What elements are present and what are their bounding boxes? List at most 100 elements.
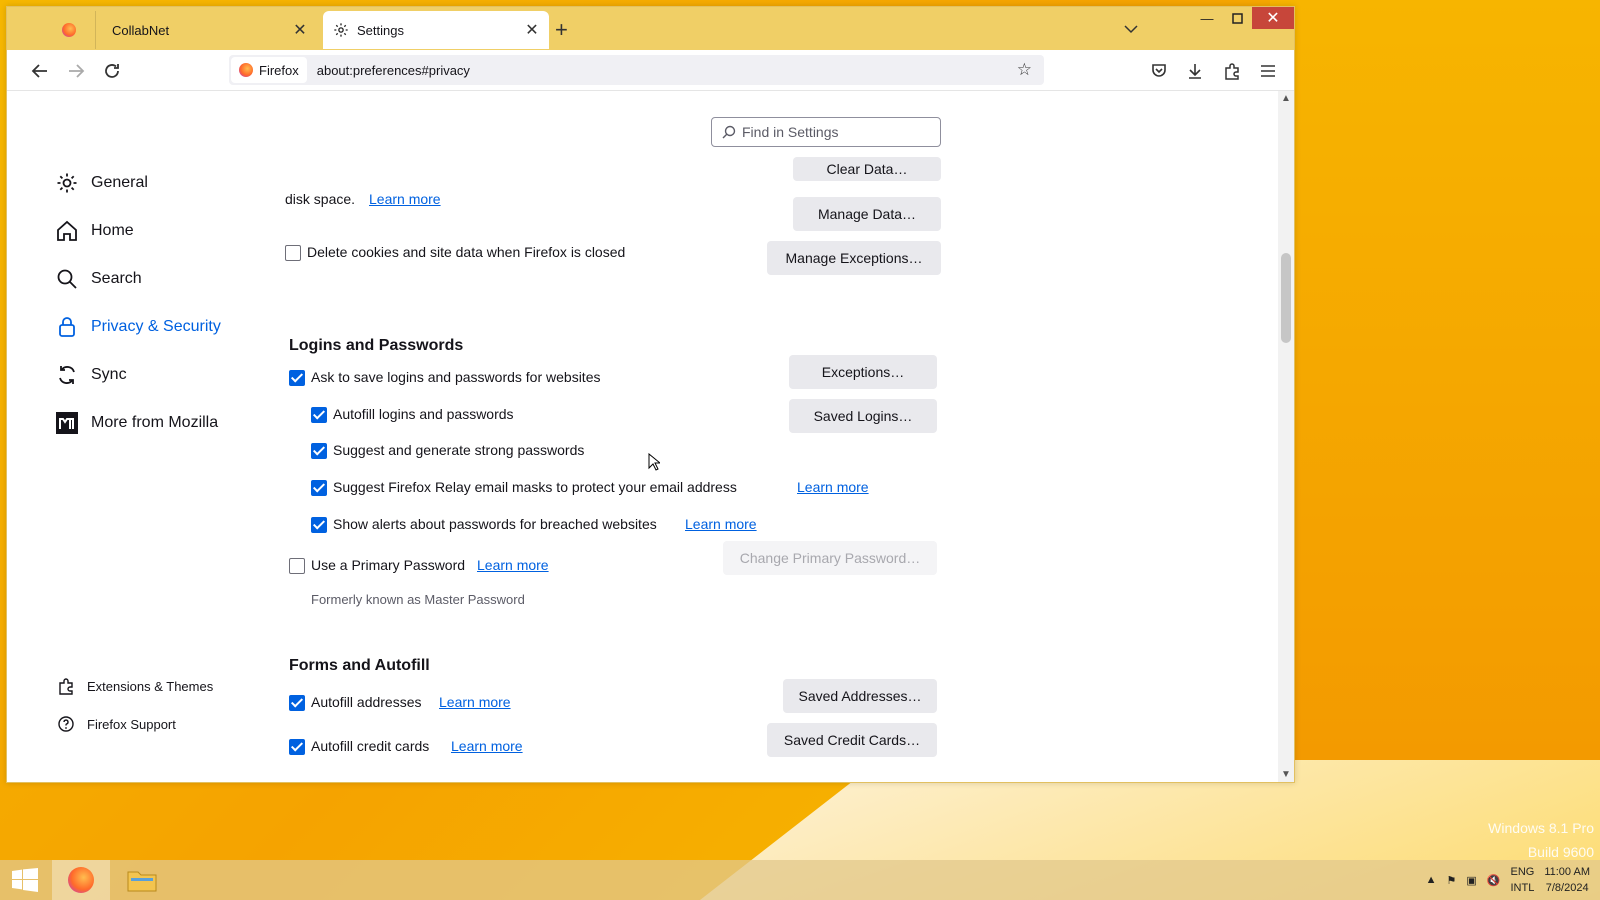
manage-data-button[interactable]: Manage Data… [793, 197, 941, 231]
sidebar-item-label: Sync [91, 366, 127, 383]
breach-alerts-checkbox[interactable] [311, 517, 327, 533]
tab-pinned-firefox[interactable] [47, 11, 91, 49]
sidebar-item-general[interactable]: General [55, 171, 148, 195]
pocket-icon[interactable] [1146, 58, 1172, 84]
wallpaper-band [1270, 0, 1600, 760]
button-label: Change Primary Password… [739, 550, 921, 566]
primary-password-learn-more-link[interactable]: Learn more [477, 557, 549, 573]
tray-expand-icon[interactable]: ▲ [1426, 874, 1437, 886]
firefox-relay-checkbox[interactable] [311, 480, 327, 496]
reload-icon[interactable] [99, 58, 125, 84]
identity-box[interactable]: Firefox [231, 57, 307, 83]
saved-addresses-button[interactable]: Saved Addresses… [783, 679, 937, 713]
search-input[interactable]: Find in Settings [711, 117, 941, 147]
sidebar-item-label: General [91, 174, 148, 191]
ask-save-logins-label: Ask to save logins and passwords for web… [311, 369, 601, 385]
clear-data-button[interactable]: Clear Data… [793, 157, 941, 181]
scrollbar-thumb[interactable] [1281, 253, 1291, 343]
sidebar-item-label: Search [91, 270, 142, 287]
search-icon [722, 125, 736, 139]
sidebar-item-home[interactable]: Home [55, 219, 134, 243]
forms-autofill-heading: Forms and Autofill [289, 657, 430, 674]
autofill-logins-label: Autofill logins and passwords [333, 406, 514, 422]
extensions-puzzle-icon[interactable] [1219, 58, 1245, 84]
chevron-down-icon[interactable] [1124, 21, 1138, 37]
relay-learn-more-link[interactable]: Learn more [797, 479, 869, 495]
network-icon[interactable]: ▣ [1466, 874, 1476, 887]
breach-learn-more-link[interactable]: Learn more [685, 516, 757, 532]
browser-window: CollabNet ✕ Settings ✕ + — ✕ Firefox abo… [6, 6, 1295, 783]
autofill-addresses-checkbox[interactable] [289, 695, 305, 711]
bookmark-star-icon[interactable]: ☆ [1017, 60, 1032, 80]
sidebar-firefox-support[interactable]: Firefox Support [57, 715, 176, 733]
forward-arrow-icon[interactable] [63, 58, 89, 84]
primary-password-label: Use a Primary Password [311, 557, 466, 573]
firefox-icon [68, 867, 94, 893]
change-primary-password-button[interactable]: Change Primary Password… [723, 541, 937, 575]
clock-time: 11:00 AM [1544, 866, 1590, 878]
tab-title: Settings [357, 22, 404, 38]
address-bar[interactable]: Firefox about:preferences#privacy ☆ [229, 55, 1044, 85]
back-arrow-icon[interactable] [27, 58, 53, 84]
button-label: Manage Exceptions… [785, 250, 923, 266]
tab-collabnet[interactable]: CollabNet ✕ [95, 11, 317, 49]
lock-icon [59, 317, 75, 337]
settings-page: Find in Settings General Home Search Pri… [7, 91, 1278, 782]
clock[interactable]: 11:00 AM 7/8/2024 [1544, 864, 1590, 896]
action-center-flag-icon[interactable]: ⚑ [1447, 874, 1457, 887]
disk-space-text: disk space. [285, 191, 356, 207]
language-indicator[interactable]: ENG INTL [1510, 864, 1534, 896]
firefox-relay-label: Suggest Firefox Relay email masks to pro… [333, 479, 737, 495]
tab-settings[interactable]: Settings ✕ [323, 11, 549, 49]
sidebar-footer-label: Extensions & Themes [87, 678, 214, 694]
tab-title: CollabNet [112, 22, 170, 38]
sidebar-item-more-from-mozilla[interactable]: More from Mozilla [55, 411, 218, 435]
taskbar-file-explorer[interactable] [113, 860, 171, 900]
saved-credit-cards-button[interactable]: Saved Credit Cards… [767, 723, 937, 757]
addresses-learn-more-link[interactable]: Learn more [439, 694, 511, 710]
suggest-passwords-checkbox[interactable] [311, 443, 327, 459]
saved-logins-button[interactable]: Saved Logins… [789, 399, 937, 433]
button-label: Clear Data… [826, 161, 908, 177]
tab-strip: CollabNet ✕ Settings ✕ + — ✕ [7, 7, 1294, 50]
primary-password-checkbox[interactable] [289, 558, 305, 574]
volume-muted-icon[interactable]: 🔇 [1487, 874, 1501, 887]
folder-icon [127, 871, 157, 892]
taskbar: ▲ ⚑ ▣ 🔇 ENG INTL 11:00 AM 7/8/2024 [0, 860, 1600, 900]
close-tab-icon[interactable]: ✕ [289, 20, 311, 40]
ask-save-logins-checkbox[interactable] [289, 370, 305, 386]
taskbar-firefox[interactable] [52, 860, 110, 900]
system-tray: ▲ ⚑ ▣ 🔇 ENG INTL 11:00 AM 7/8/2024 [1426, 860, 1590, 900]
sidebar-extensions-themes[interactable]: Extensions & Themes [57, 677, 213, 695]
puzzle-icon [59, 678, 73, 695]
cards-learn-more-link[interactable]: Learn more [451, 738, 523, 754]
logins-passwords-heading: Logins and Passwords [289, 337, 464, 354]
autofill-logins-checkbox[interactable] [311, 407, 327, 423]
watermark-edition: Windows 8.1 Pro [1488, 820, 1594, 836]
sidebar-footer-label: Firefox Support [87, 716, 176, 732]
exceptions-button[interactable]: Exceptions… [789, 355, 937, 389]
close-window-icon[interactable]: ✕ [1252, 7, 1294, 29]
autofill-addresses-label: Autofill addresses [311, 694, 422, 710]
autofill-cards-checkbox[interactable] [289, 739, 305, 755]
cookies-learn-more-link[interactable]: Learn more [369, 191, 441, 207]
manage-exceptions-button[interactable]: Manage Exceptions… [767, 241, 941, 275]
delete-cookies-checkbox[interactable] [285, 245, 301, 261]
sidebar-item-sync[interactable]: Sync [55, 363, 127, 387]
maximize-icon[interactable] [1222, 7, 1252, 29]
scroll-down-icon[interactable]: ▼ [1281, 769, 1291, 780]
button-label: Manage Data… [817, 206, 917, 222]
url-text[interactable]: about:preferences#privacy [317, 63, 470, 78]
formerly-known-note: Formerly known as Master Password [311, 592, 525, 607]
download-icon[interactable] [1182, 58, 1208, 84]
hamburger-menu-icon[interactable] [1255, 58, 1281, 84]
new-tab-icon[interactable]: + [555, 17, 568, 43]
content-scrollbar[interactable]: ▲ ▼ [1278, 91, 1294, 782]
windows-start-icon[interactable] [12, 868, 38, 895]
minimize-icon[interactable]: — [1192, 7, 1222, 29]
mouse-cursor-icon [648, 453, 660, 471]
close-tab-icon[interactable]: ✕ [521, 20, 543, 40]
sidebar-item-search[interactable]: Search [55, 267, 142, 291]
sidebar-item-privacy-security[interactable]: Privacy & Security [55, 315, 221, 339]
scroll-up-icon[interactable]: ▲ [1281, 93, 1291, 104]
